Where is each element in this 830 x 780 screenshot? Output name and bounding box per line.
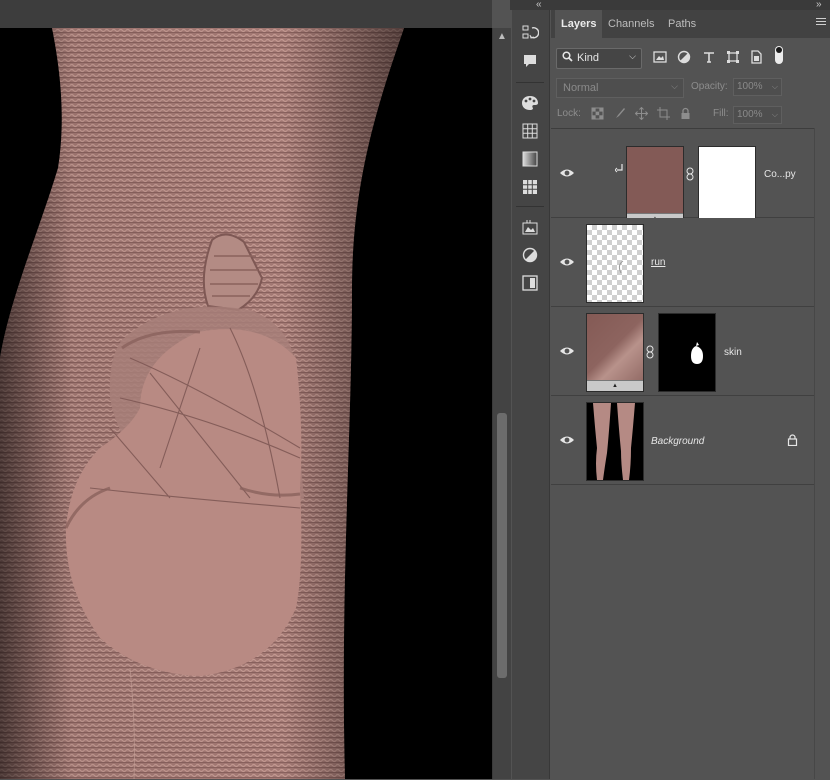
lock-transparent-pixels-icon[interactable] — [591, 107, 604, 120]
panel-menu-icon[interactable] — [816, 16, 826, 28]
scroll-thumb[interactable] — [497, 413, 507, 678]
link-chain-icon[interactable] — [646, 345, 654, 359]
fill-field[interactable]: 100% ⌵ — [733, 106, 782, 124]
layer-row-run[interactable]: run — [551, 218, 814, 307]
chevron-down-icon: ⌵ — [671, 81, 678, 91]
smart-object-filter-icon[interactable] — [749, 50, 763, 64]
layers-list-scrollbar[interactable] — [814, 128, 830, 779]
chevron-down-icon: ⌵ — [629, 51, 636, 61]
canvas-vertical-scrollbar[interactable]: ▲ — [492, 28, 511, 779]
properties-icon[interactable] — [518, 272, 542, 294]
fill-indicator-strip — [587, 380, 643, 391]
layer-row-background[interactable]: Background — [551, 396, 814, 485]
tab-channels[interactable]: Channels — [602, 10, 660, 38]
opacity-field[interactable]: 100% ⌵ — [733, 78, 782, 96]
swatches-grid-icon[interactable] — [518, 120, 542, 142]
fill-label: Fill: — [713, 108, 729, 119]
opacity-label: Opacity: — [691, 81, 728, 92]
layer-row-copy[interactable]: Co...py — [551, 129, 814, 225]
panel-tab-bar: Layers Channels Paths — [551, 10, 830, 38]
visibility-eye-icon[interactable] — [559, 344, 575, 358]
chevron-down-icon: ⌵ — [771, 82, 778, 91]
kind-filter-label: Kind — [577, 52, 600, 64]
blend-mode-label: Normal — [563, 82, 599, 94]
image-canvas[interactable] — [0, 28, 492, 779]
separator — [516, 82, 544, 83]
fill-value: 100% — [737, 109, 763, 120]
search-icon — [562, 51, 573, 65]
gradient-icon[interactable] — [518, 148, 542, 170]
filter-toggle-switch[interactable] — [775, 46, 783, 64]
chevron-down-icon: ⌵ — [771, 110, 778, 119]
pixel-filter-icon[interactable] — [653, 50, 667, 64]
adjustments-icon[interactable] — [518, 244, 542, 266]
type-filter-icon[interactable] — [702, 50, 716, 64]
separator — [516, 206, 544, 207]
collapse-left-icon[interactable]: « — [536, 0, 541, 10]
comments-icon[interactable] — [518, 50, 542, 72]
link-chain-icon[interactable] — [686, 167, 694, 181]
adjustment-filter-icon[interactable] — [677, 50, 691, 64]
layer-thumbnail[interactable] — [586, 402, 644, 481]
layer-name[interactable]: Background — [651, 436, 704, 447]
visibility-eye-icon[interactable] — [559, 255, 575, 269]
color-palette-icon[interactable] — [518, 92, 542, 114]
layer-name[interactable]: Co...py — [764, 169, 796, 180]
layer-name[interactable]: run — [651, 257, 665, 268]
panel-dock-bar: « » — [510, 0, 830, 10]
shape-filter-icon[interactable] — [726, 50, 740, 64]
layer-filter-row: Kind ⌵ — [551, 46, 830, 72]
scroll-up-arrow-icon[interactable]: ▲ — [497, 32, 507, 42]
layer-row-skin[interactable]: skin — [551, 307, 814, 396]
blend-mode-select[interactable]: Normal ⌵ — [556, 78, 684, 98]
panel-icon-strip — [512, 10, 550, 779]
tab-paths[interactable]: Paths — [662, 10, 702, 38]
clipping-arrow-icon — [614, 163, 625, 175]
layers-panel: Layers Channels Paths Kind ⌵ Normal ⌵ Op… — [551, 10, 830, 779]
visibility-eye-icon[interactable] — [559, 166, 575, 180]
layers-list: Co...py run skin — [551, 128, 814, 780]
visibility-eye-icon[interactable] — [559, 433, 575, 447]
document-tab-strip — [0, 0, 492, 28]
layer-thumbnail[interactable] — [586, 224, 644, 303]
layer-thumbnail[interactable] — [586, 313, 644, 392]
layer-name[interactable]: skin — [724, 347, 742, 358]
patterns-icon[interactable] — [518, 176, 542, 198]
document-area: ▲ — [0, 0, 511, 779]
collapse-right-icon[interactable]: » — [816, 0, 821, 10]
layer-mask-thumbnail[interactable] — [698, 146, 756, 225]
lock-artboard-icon[interactable] — [657, 107, 670, 120]
lock-position-icon[interactable] — [634, 106, 649, 121]
lock-row: Lock: Fill: 100% ⌵ — [551, 104, 830, 126]
blend-row: Normal ⌵ Opacity: 100% ⌵ — [551, 76, 830, 100]
opacity-value: 100% — [737, 81, 763, 92]
layer-lock-icon[interactable] — [787, 434, 798, 447]
kind-filter-select[interactable]: Kind ⌵ — [556, 48, 642, 69]
tab-layers[interactable]: Layers — [555, 10, 603, 38]
lock-image-pixels-icon[interactable] — [613, 107, 626, 120]
lock-label: Lock: — [557, 108, 581, 119]
history-icon[interactable] — [518, 22, 542, 44]
layer-mask-thumbnail[interactable] — [658, 313, 716, 392]
canvas-artwork — [0, 28, 404, 779]
lock-all-icon[interactable] — [679, 107, 692, 120]
layer-thumbnail[interactable] — [626, 146, 684, 225]
libraries-icon[interactable] — [518, 216, 542, 238]
